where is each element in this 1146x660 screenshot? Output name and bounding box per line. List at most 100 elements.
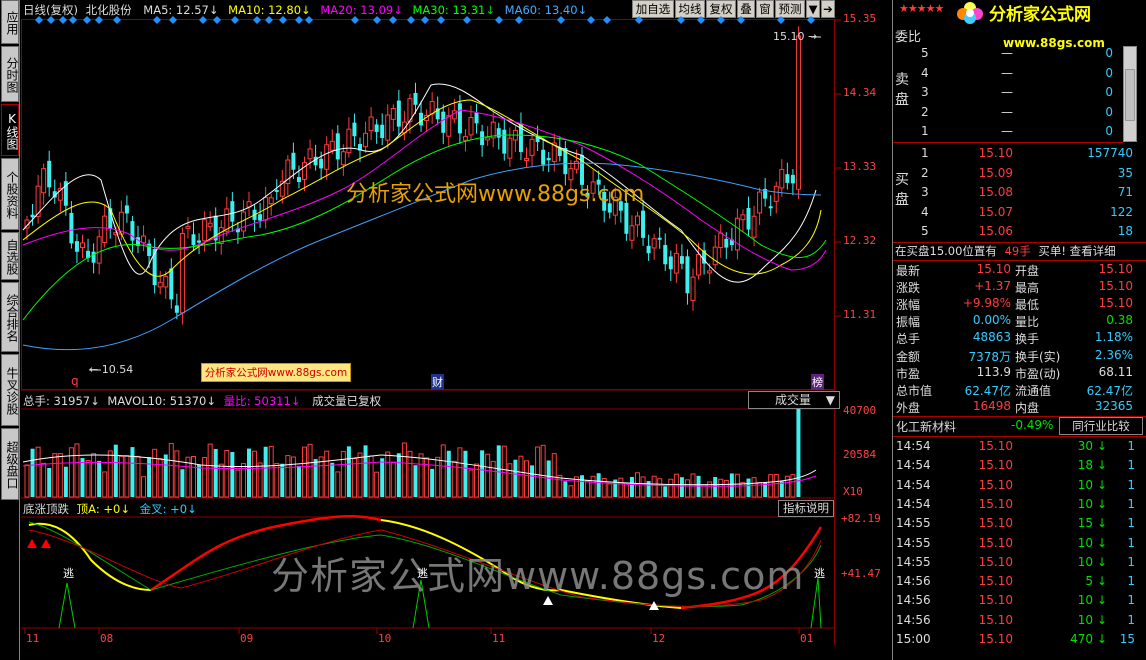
tab-intraday[interactable]: 分时图: [1, 46, 19, 102]
signal-diamond: [47, 16, 55, 24]
indicator-help-button[interactable]: 指标说明: [778, 500, 834, 517]
volume-bar: [568, 485, 574, 498]
date-label-7: 01: [800, 632, 814, 645]
buy-level: 3: [921, 185, 929, 199]
tick-price: 15.10: [978, 574, 1013, 589]
signal-diamond: [677, 16, 685, 24]
tab-kline[interactable]: K线图: [1, 104, 19, 156]
candle-body: [207, 222, 213, 228]
price-tick-4: 12.32: [843, 234, 877, 247]
volume-bar: [47, 467, 52, 497]
tab-watchlist[interactable]: 自选股: [1, 232, 19, 280]
candle-body: [324, 144, 330, 170]
volume-bar: [374, 471, 380, 498]
candle-body: [485, 137, 491, 141]
candle-body: [740, 214, 746, 221]
volume-bar: [85, 460, 91, 498]
logo-text: 分析家公式网: [989, 5, 1091, 25]
sector-compare-button[interactable]: 同行业比较: [1059, 417, 1143, 435]
price-tick-5: 11.31: [843, 308, 877, 321]
quote-label: 换手(实): [1015, 349, 1061, 364]
date-label-2: 08: [100, 632, 114, 645]
sell-volume: 0: [1105, 65, 1113, 80]
volume-bar: [435, 456, 441, 498]
sell-volume: 0: [1105, 124, 1113, 138]
candle-body: [163, 275, 169, 288]
buy-volume: 122: [1110, 204, 1133, 219]
volume-bar: [97, 460, 102, 497]
tick-count: 1: [1127, 593, 1135, 608]
quote-label: 换手: [1015, 332, 1040, 347]
candle-body: [141, 235, 147, 244]
sell-level-row: 3 — 0: [893, 84, 1146, 103]
ticks-divider: [893, 436, 1146, 437]
tick-volume: 10: [1077, 554, 1093, 569]
candle-body: [191, 234, 196, 246]
candle-body: [307, 148, 313, 160]
candle-body: [573, 160, 579, 170]
volume-bar: [268, 445, 274, 498]
big-order-notice[interactable]: 在买盘15.00位置有 49手 买单! 查看详细: [895, 243, 1116, 259]
candle-body: [641, 210, 646, 238]
tick-price: 15.10: [978, 439, 1013, 453]
tab-ranking[interactable]: 综合排名: [1, 282, 19, 352]
tick-price: 15.10: [978, 612, 1013, 627]
quote-label: 涨跌: [896, 281, 921, 296]
volume-bar: [290, 456, 296, 498]
candle-body: [546, 157, 551, 161]
candle-body: [74, 241, 79, 252]
volume-bar: [557, 474, 563, 498]
tick-volume: 10: [1077, 496, 1093, 511]
candle-body: [529, 138, 535, 156]
sell-volume: 0: [1105, 104, 1113, 119]
candle-body: [773, 185, 779, 202]
candle-body: [507, 137, 513, 159]
candle-body: [291, 152, 296, 170]
volume-bar: [107, 450, 113, 498]
tab-stock-info[interactable]: 个股资料: [1, 158, 19, 230]
signal-diamond: [807, 16, 815, 24]
volume-dropdown[interactable]: 成交量 ▼: [748, 391, 840, 409]
indicator-yellow-1: [28, 522, 152, 591]
marker-rank[interactable]: 榜: [811, 374, 824, 390]
buy-price: 15.07: [978, 204, 1013, 219]
signal-diamond: [635, 16, 643, 24]
indicator-header: 底涨顶跌 顶A: +0↓ 金叉: +0↓: [23, 502, 197, 516]
buy-volume: 157740: [1087, 146, 1133, 160]
date-label-1: 11: [26, 632, 40, 645]
tab-diagnosis[interactable]: 牛叉诊股: [1, 354, 19, 426]
sell-level: 2: [921, 104, 929, 119]
sell-level-row: 2 — 0: [893, 104, 1146, 123]
candle-body: [157, 281, 163, 288]
volume-bar: [135, 455, 141, 498]
candle-body: [30, 214, 35, 218]
tick-row: 14:55 15.10 10 ↓ 1: [893, 535, 1146, 554]
candle-body: [657, 237, 662, 240]
candle-body: [96, 236, 102, 264]
tick-count: 1: [1127, 516, 1135, 531]
candle-body: [202, 219, 208, 242]
candle-body: [635, 215, 640, 226]
tick-count: 1: [1127, 535, 1135, 550]
buy-level-row: 2 15.09 35: [893, 165, 1146, 184]
volume-bar: [113, 444, 118, 497]
candle-body: [457, 103, 462, 134]
volume-bar: [163, 454, 168, 497]
volume-bar: [657, 478, 663, 498]
volume-bar: [746, 478, 751, 497]
sector-row: 化工新材料 -0.49% 同行业比较: [893, 417, 1146, 436]
tab-apps[interactable]: 应用: [1, 0, 19, 44]
signal-diamond: [295, 16, 303, 24]
low-price-label: ← 10.54: [89, 363, 134, 376]
buy-level-row: 3 15.08 71: [893, 184, 1146, 203]
candle-body: [474, 112, 479, 124]
marker-finance[interactable]: 财: [431, 374, 444, 390]
order-ratio-label: 委比: [895, 30, 922, 45]
candle-body: [274, 189, 279, 192]
buy-level: 1: [921, 146, 929, 160]
logo-bar: ★★★★★ 分析家公式网: [893, 0, 1146, 26]
vol-ratio: 量比: 50311: [223, 394, 291, 408]
candle-body: [102, 215, 108, 243]
tab-order-book[interactable]: 超级盘口: [1, 428, 19, 500]
sector-name: 化工新材料: [896, 420, 957, 434]
